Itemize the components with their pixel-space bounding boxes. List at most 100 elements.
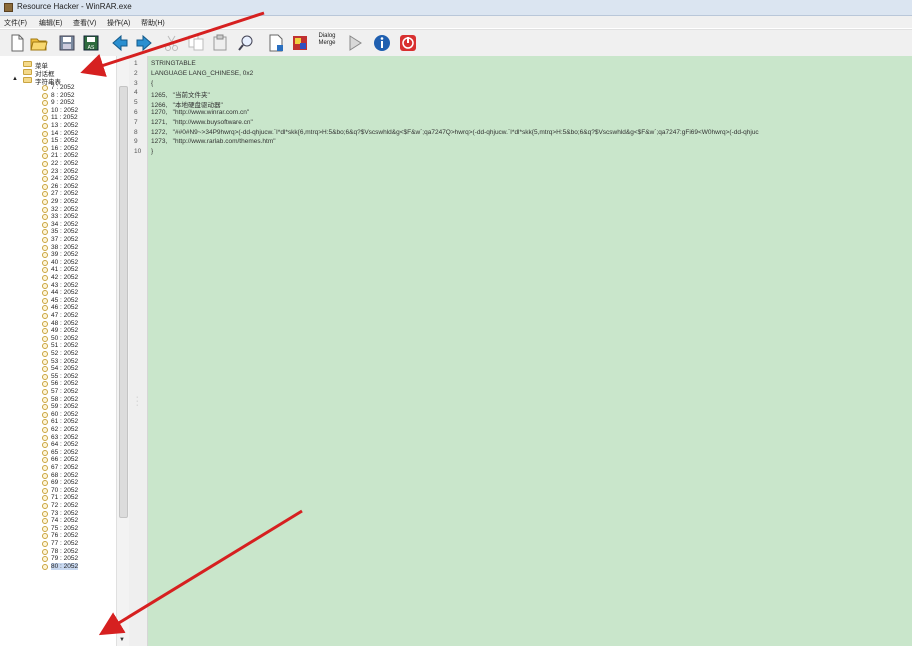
menu-view[interactable]: 查看(V) [73,18,96,28]
tree-item[interactable]: 69 : 2052 [51,479,78,486]
tree-item[interactable]: 42 : 2052 [51,274,78,281]
tree-item[interactable]: 13 : 2052 [51,122,78,129]
tree-item[interactable]: 44 : 2052 [51,289,78,296]
resource-bitmap-icon[interactable] [290,33,310,53]
tree-item[interactable]: 59 : 2052 [51,403,78,410]
tree-item[interactable]: 22 : 2052 [51,160,78,167]
copy-icon[interactable] [186,33,206,53]
tree-item[interactable]: 51 : 2052 [51,342,78,349]
cut-icon[interactable] [162,33,182,53]
tree-item[interactable]: 33 : 2052 [51,213,78,220]
tree-scrollbar[interactable]: ▼ [116,56,129,646]
code-line[interactable]: } [151,148,153,155]
tree-item[interactable]: 78 : 2052 [51,548,78,555]
tree-item[interactable]: 41 : 2052 [51,266,78,273]
dialog-merge-button[interactable]: Dialog Merge [315,33,339,53]
splitter-grip-icon[interactable]: · · · [136,394,138,409]
menu-action[interactable]: 操作(A) [107,18,130,28]
tree-item[interactable]: 14 : 2052 [51,130,78,137]
tree-item[interactable]: 66 : 2052 [51,456,78,463]
tree-item[interactable]: 61 : 2052 [51,418,78,425]
new-icon[interactable] [7,33,27,53]
tree-item[interactable]: 34 : 2052 [51,221,78,228]
expand-toggle-icon[interactable]: ▲ [12,76,18,82]
stop-icon[interactable] [398,33,418,53]
tree-item[interactable]: 48 : 2052 [51,320,78,327]
menu-edit[interactable]: 编辑(E) [39,18,62,28]
menu-file[interactable]: 文件(F) [4,18,27,28]
tree-item[interactable]: 80 : 2052 [51,562,79,570]
tree-item[interactable]: 9 : 2052 [51,99,75,106]
code-line[interactable]: 1270, "http://www.winrar.com.cn" [151,109,249,116]
tree-item[interactable]: 68 : 2052 [51,472,78,479]
code-line[interactable]: 1272, "##0#N9~>34P9hwrq>(-dd-qhjucw.`I*d… [151,129,759,136]
tree-item[interactable]: 26 : 2052 [51,183,78,190]
menu-help[interactable]: 帮助(H) [141,18,165,28]
tree-item[interactable]: 72 : 2052 [51,502,78,509]
tree-item[interactable]: 77 : 2052 [51,540,78,547]
code-line[interactable]: 1273, "http://www.rarlab.com/themes.htm" [151,138,276,145]
scroll-down-arrow-icon[interactable]: ▼ [119,637,125,643]
tree-item[interactable]: 79 : 2052 [51,555,78,562]
tree-item[interactable]: 47 : 2052 [51,312,78,319]
tree-item[interactable]: 53 : 2052 [51,358,78,365]
tree-item[interactable]: 60 : 2052 [51,411,78,418]
forward-icon[interactable] [134,33,154,53]
tree-item[interactable]: 63 : 2052 [51,434,78,441]
play-icon[interactable] [345,33,365,53]
info-icon[interactable] [372,33,392,53]
tree-item[interactable]: 35 : 2052 [51,228,78,235]
tree-item[interactable]: 62 : 2052 [51,426,78,433]
tree-item[interactable]: 64 : 2052 [51,441,78,448]
code-line[interactable]: 1271, "http://www.buysoftware.cn" [151,119,253,126]
tree-item[interactable]: 45 : 2052 [51,297,78,304]
tree-item[interactable]: 75 : 2052 [51,525,78,532]
tree-scroll-thumb[interactable] [119,86,128,518]
code-line[interactable]: STRINGTABLE [151,60,196,67]
tree-item[interactable]: 57 : 2052 [51,388,78,395]
paste-icon[interactable] [210,33,230,53]
tree-item[interactable]: 38 : 2052 [51,244,78,251]
tree-item[interactable]: 11 : 2052 [51,114,78,121]
tree-item[interactable]: 27 : 2052 [51,190,78,197]
tree-item[interactable]: 37 : 2052 [51,236,78,243]
tree-item[interactable]: 10 : 2052 [51,107,78,114]
tree-item[interactable]: 74 : 2052 [51,517,78,524]
tree-item[interactable]: 50 : 2052 [51,335,78,342]
tree-item[interactable]: 49 : 2052 [51,327,78,334]
tree-item[interactable]: 70 : 2052 [51,487,78,494]
back-icon[interactable] [110,33,130,53]
code-line[interactable]: 1265, "当前文件夹" [151,89,210,99]
panel-splitter[interactable]: · · · [129,56,148,646]
tree-item[interactable]: 54 : 2052 [51,365,78,372]
code-line[interactable]: { [151,80,153,87]
tree-item[interactable]: 21 : 2052 [51,152,78,159]
tree-item[interactable]: 16 : 2052 [51,145,78,152]
save-as-icon[interactable]: AS [81,33,101,53]
tree-item[interactable]: 73 : 2052 [51,510,78,517]
tree-item[interactable]: 15 : 2052 [51,137,78,144]
tree-item[interactable]: 40 : 2052 [51,259,78,266]
save-icon[interactable] [57,33,77,53]
tree-item[interactable]: 43 : 2052 [51,282,78,289]
tree-item[interactable]: 67 : 2052 [51,464,78,471]
tree-item[interactable]: 52 : 2052 [51,350,78,357]
tree-item[interactable]: 32 : 2052 [51,206,78,213]
resource-tree[interactable]: 菜单 对话框 字符串表 ▲ 7 : 2052 8 : 2052 9 : 2052 10 : 2… [0,56,129,646]
add-resource-icon[interactable] [266,33,286,53]
tree-item[interactable]: 7 : 2052 [51,84,75,91]
tree-item[interactable]: 71 : 2052 [51,494,78,501]
tree-item[interactable]: 24 : 2052 [51,175,78,182]
tree-item[interactable]: 56 : 2052 [51,380,78,387]
tree-item[interactable]: 76 : 2052 [51,532,78,539]
open-icon[interactable] [29,33,49,53]
tree-item[interactable]: 23 : 2052 [51,168,78,175]
tree-item[interactable]: 55 : 2052 [51,373,78,380]
tree-item[interactable]: 65 : 2052 [51,449,78,456]
code-line[interactable]: LANGUAGE LANG_CHINESE, 0x2 [151,70,253,77]
tree-item[interactable]: 39 : 2052 [51,251,78,258]
code-line[interactable]: 1266, "本地硬盘驱动器" [151,99,223,109]
find-icon[interactable] [236,33,256,53]
tree-item[interactable]: 8 : 2052 [51,92,75,99]
tree-item[interactable]: 29 : 2052 [51,198,78,205]
